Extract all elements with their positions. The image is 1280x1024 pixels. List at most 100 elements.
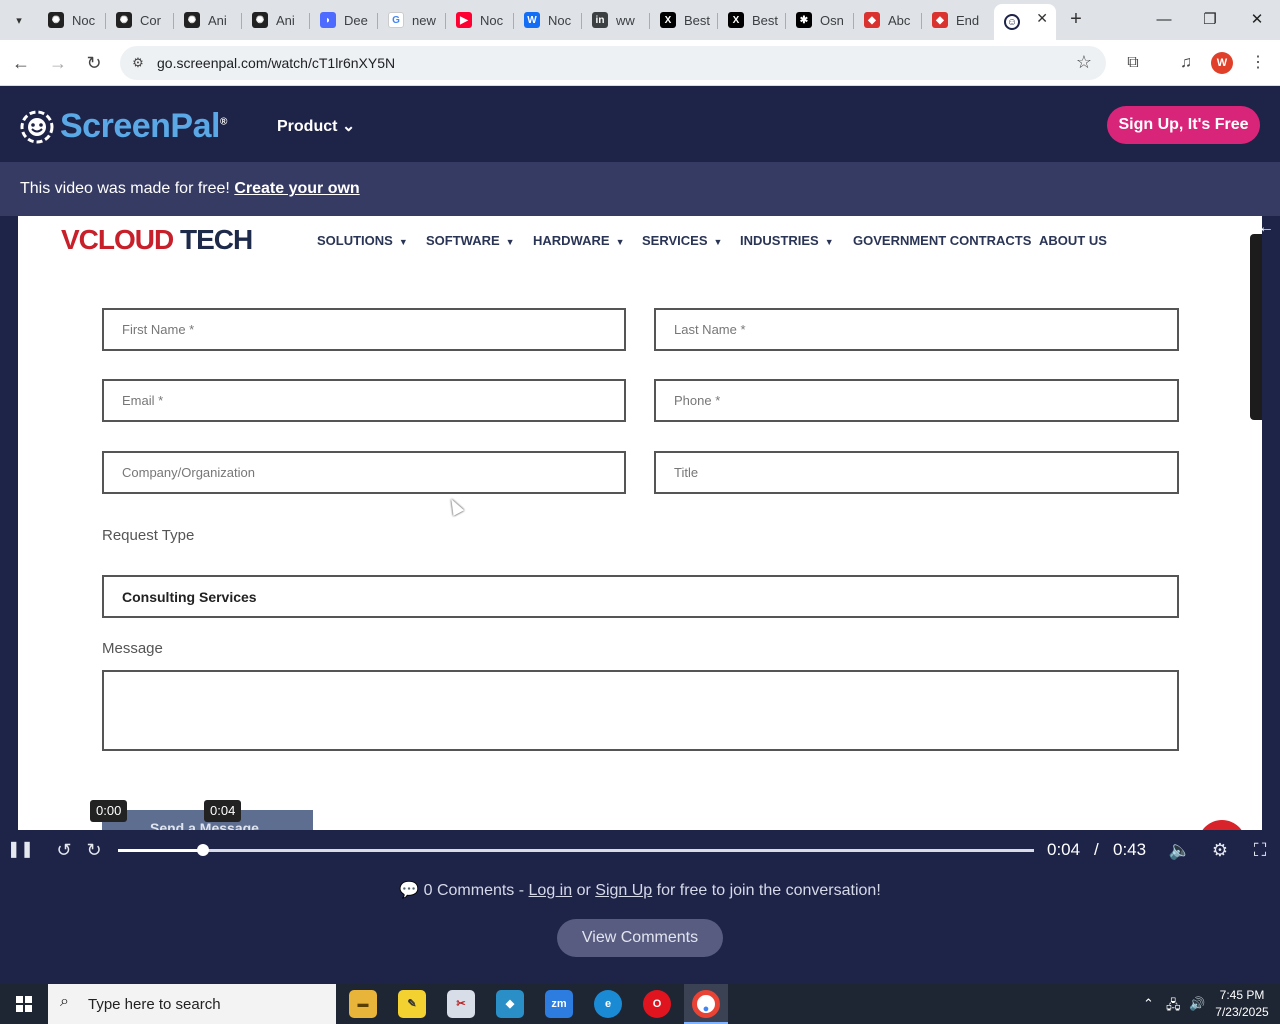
browser-tab[interactable]: in ww bbox=[582, 6, 650, 34]
settings-gear-icon[interactable]: ⚙ bbox=[1208, 838, 1232, 862]
arrow-left-icon: ← bbox=[1258, 219, 1274, 236]
browser-tab[interactable]: ✺ Ani bbox=[174, 6, 242, 34]
back-icon[interactable]: ← bbox=[8, 50, 34, 76]
speaker-icon[interactable]: 🔊 bbox=[1189, 996, 1205, 1012]
video-side-toolbar bbox=[1250, 234, 1262, 420]
site-header: ScreenPal® Product ⌄ Sign Up, It's Free bbox=[0, 87, 1280, 162]
forward-icon[interactable]: → bbox=[45, 50, 71, 76]
chrome-icon[interactable]: ● bbox=[692, 990, 720, 1018]
close-window-icon[interactable]: ✕ bbox=[1245, 8, 1269, 32]
bookmark-star-icon[interactable]: ☆ bbox=[1076, 52, 1092, 73]
taskbar-clock[interactable]: 7:45 PM 7/23/2025 bbox=[1210, 987, 1274, 1021]
screenpal-logo[interactable]: ScreenPal® bbox=[20, 107, 227, 146]
taskbar-search-box[interactable]: ⌕ Type here to search bbox=[48, 984, 336, 1024]
banner-text: This video was made for free! bbox=[20, 180, 230, 197]
view-comments-button[interactable]: View Comments bbox=[557, 919, 723, 957]
windows-start-icon[interactable] bbox=[0, 984, 48, 1024]
new-tab-button[interactable]: + bbox=[1064, 8, 1088, 32]
browser-tab[interactable]: ✱ Osn bbox=[786, 6, 854, 34]
browser-tab[interactable]: ◆ Abc bbox=[854, 6, 922, 34]
app-diamond-icon[interactable]: ◆ bbox=[496, 990, 524, 1018]
screenpal-logo-icon bbox=[20, 110, 54, 144]
openai-icon: ✺ bbox=[184, 12, 200, 28]
browser-tab[interactable]: ✺ Noc bbox=[38, 6, 106, 34]
comment-bubble-icon: 💬 bbox=[399, 882, 420, 899]
volume-icon[interactable]: 🔈 bbox=[1168, 838, 1192, 862]
browser-toolbar: ← → ↻ ⚙ go.screenpal.com/watch/cT1lr6nXY… bbox=[0, 40, 1280, 86]
comments-count: 0 Comments - bbox=[423, 882, 525, 899]
login-link[interactable]: Log in bbox=[529, 882, 573, 899]
youtube-icon: ▶ bbox=[456, 12, 472, 28]
network-icon[interactable]: 🖧 bbox=[1166, 996, 1181, 1018]
signup-link[interactable]: Sign Up bbox=[595, 882, 652, 899]
forward-skip-icon[interactable]: ↻ bbox=[82, 838, 106, 862]
video-last-name-field: Last Name * bbox=[654, 308, 1179, 351]
pause-icon[interactable]: ❚❚ bbox=[7, 838, 34, 862]
site-info-icon[interactable]: ⚙ bbox=[128, 53, 148, 73]
google-icon: G bbox=[388, 12, 404, 28]
close-tab-icon[interactable]: ✕ bbox=[1036, 10, 1048, 27]
tray-chevron-icon[interactable]: ⌃ bbox=[1143, 996, 1154, 1012]
video-menu-government-contracts: GOVERNMENT CONTRACTS bbox=[853, 233, 1032, 248]
hover-time-bubble: 0:04 bbox=[204, 800, 242, 822]
seek-bar-progress bbox=[118, 849, 204, 852]
video-menu-solutions: SOLUTIONS ▼ bbox=[317, 233, 408, 248]
linkedin-icon: in bbox=[592, 12, 608, 28]
video-menu-about-us: ABOUT US bbox=[1039, 233, 1107, 248]
seek-bar-handle[interactable] bbox=[197, 844, 210, 856]
browser-tab[interactable]: W Noc bbox=[514, 6, 582, 34]
profile-avatar[interactable]: W bbox=[1211, 52, 1233, 74]
deepseek-icon: ◗ bbox=[320, 12, 336, 28]
signup-button[interactable]: Sign Up, It's Free bbox=[1107, 106, 1260, 144]
edge-icon[interactable]: e bbox=[594, 990, 622, 1018]
menu-kebab-icon[interactable]: ⋮ bbox=[1247, 52, 1269, 74]
restore-icon[interactable]: ❐ bbox=[1198, 8, 1222, 32]
video-phone-field: Phone * bbox=[654, 379, 1179, 422]
diamond-icon: ◆ bbox=[864, 12, 880, 28]
windows-taskbar: ⌕ Type here to search ▬ ✎ ✂ ◆ zm e O ● ⌃… bbox=[0, 984, 1280, 1024]
zoom-icon[interactable]: zm bbox=[545, 990, 573, 1018]
product-menu[interactable]: Product ⌄ bbox=[277, 116, 355, 136]
video-menu-industries: INDUSTRIES ▼ bbox=[740, 233, 834, 248]
browser-tab[interactable]: X Best bbox=[650, 6, 718, 34]
video-first-name-field: First Name * bbox=[102, 308, 626, 351]
openai-icon: ✺ bbox=[48, 12, 64, 28]
sticky-notes-icon[interactable]: ✎ bbox=[398, 990, 426, 1018]
address-bar[interactable]: ⚙ go.screenpal.com/watch/cT1lr6nXY5N ☆ bbox=[120, 46, 1106, 80]
brand-name: ScreenPal® bbox=[60, 107, 227, 145]
reload-icon[interactable]: ↻ bbox=[81, 50, 107, 76]
video-request-type-label: Request Type bbox=[102, 527, 195, 544]
rewind-icon[interactable]: ↺ bbox=[52, 838, 76, 862]
browser-tab[interactable]: ◗ Dee bbox=[310, 6, 378, 34]
opera-icon[interactable]: O bbox=[643, 990, 671, 1018]
extensions-icon[interactable]: ⧉ bbox=[1122, 52, 1144, 74]
create-your-own-link[interactable]: Create your own bbox=[234, 180, 359, 197]
snipping-tool-icon[interactable]: ✂ bbox=[447, 990, 475, 1018]
browser-tab[interactable]: ✺ Ani bbox=[242, 6, 310, 34]
seek-bar[interactable] bbox=[118, 844, 1034, 856]
video-message-textarea bbox=[102, 670, 1179, 751]
current-time: 0:04 bbox=[1047, 840, 1081, 859]
asterisk-icon: ✱ bbox=[796, 12, 812, 28]
video-menu-hardware: HARDWARE ▼ bbox=[533, 233, 625, 248]
video-player-frame[interactable]: VCLOUD TECH SOLUTIONS ▼ SOFTWARE ▼ HARDWAR… bbox=[0, 216, 1280, 830]
browser-tab[interactable]: ◆ End bbox=[922, 6, 990, 34]
file-explorer-icon[interactable]: ▬ bbox=[349, 990, 377, 1018]
minimize-icon[interactable]: — bbox=[1152, 8, 1176, 32]
search-icon: ⌕ bbox=[60, 993, 69, 1010]
media-control-icon[interactable]: ♫ bbox=[1175, 52, 1197, 74]
url-text[interactable]: go.screenpal.com/watch/cT1lr6nXY5N bbox=[157, 55, 395, 71]
browser-tab[interactable]: ✺ Cor bbox=[106, 6, 174, 34]
chevron-down-icon: ⌄ bbox=[341, 118, 356, 135]
taskbar-search-placeholder: Type here to search bbox=[88, 996, 221, 1013]
browser-tab[interactable]: ▶ Noc bbox=[446, 6, 514, 34]
video-request-type-select: Consulting Services bbox=[102, 575, 1179, 618]
mouse-cursor-icon bbox=[445, 496, 465, 516]
browser-tab[interactable]: G new bbox=[378, 6, 446, 34]
browser-tab[interactable]: X Best bbox=[718, 6, 786, 34]
video-title-field: Title bbox=[654, 451, 1179, 494]
video-message-label: Message bbox=[102, 640, 163, 657]
fullscreen-icon[interactable]: ⛶ bbox=[1248, 838, 1272, 862]
tab-search-icon[interactable]: ▾ bbox=[6, 8, 32, 32]
browser-tab-active[interactable]: ☺ ✕ bbox=[994, 4, 1056, 40]
